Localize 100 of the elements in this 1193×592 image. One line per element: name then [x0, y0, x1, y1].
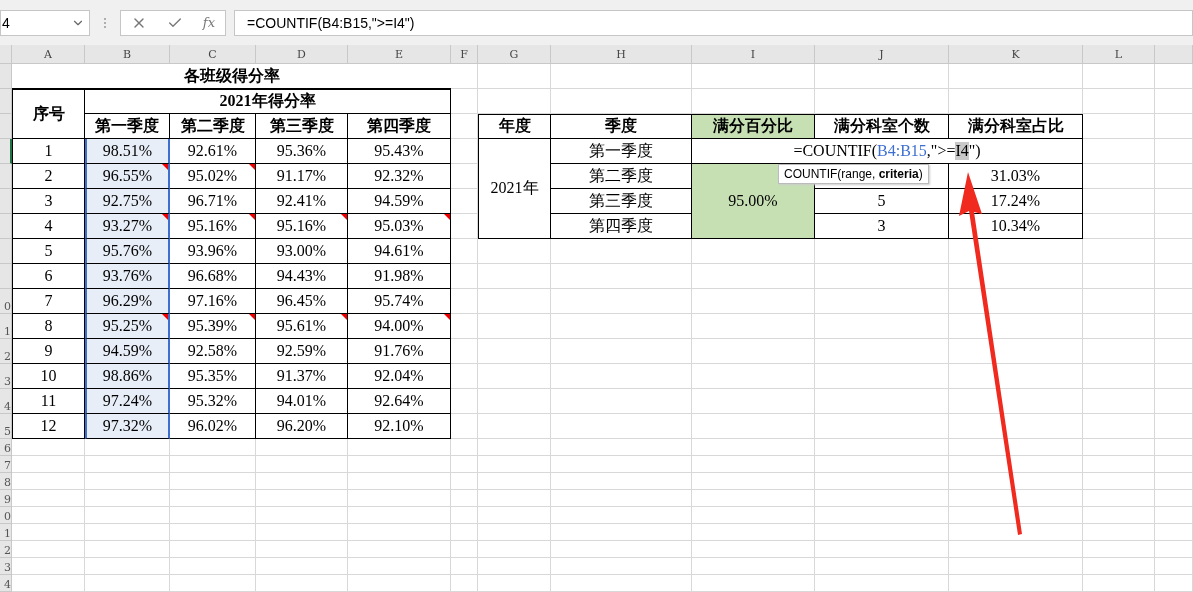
empty-cell[interactable]: [1155, 289, 1193, 314]
column-header[interactable]: G: [478, 45, 551, 64]
empty-cell[interactable]: [692, 490, 815, 507]
empty-cell[interactable]: [478, 575, 551, 592]
empty-cell[interactable]: [551, 558, 692, 575]
empty-cell[interactable]: [551, 439, 692, 456]
empty-cell[interactable]: [85, 439, 170, 456]
empty-cell[interactable]: [692, 264, 815, 289]
empty-cell[interactable]: [256, 473, 348, 490]
empty-cell[interactable]: [85, 524, 170, 541]
empty-cell[interactable]: [815, 541, 949, 558]
empty-cell[interactable]: [1083, 264, 1155, 289]
row-header[interactable]: 1: [0, 524, 12, 541]
column-header[interactable]: B: [85, 45, 170, 64]
empty-cell[interactable]: [1083, 89, 1155, 114]
empty-cell[interactable]: [949, 541, 1083, 558]
empty-cell[interactable]: [1083, 364, 1155, 389]
empty-cell[interactable]: [551, 575, 692, 592]
empty-cell[interactable]: [1155, 490, 1193, 507]
empty-cell[interactable]: [692, 507, 815, 524]
empty-cell[interactable]: [170, 507, 256, 524]
empty-cell[interactable]: [1155, 541, 1193, 558]
table-cell[interactable]: 94.43%: [256, 264, 348, 289]
empty-cell[interactable]: [692, 456, 815, 473]
empty-cell[interactable]: [170, 541, 256, 558]
table-cell[interactable]: 92.75%: [85, 189, 170, 214]
empty-cell[interactable]: [478, 314, 551, 339]
row-header[interactable]: 9: [0, 490, 12, 507]
table-cell[interactable]: 98.51%: [85, 139, 170, 164]
empty-cell[interactable]: [348, 507, 451, 524]
empty-cell[interactable]: [1155, 575, 1193, 592]
column-header[interactable]: J: [815, 45, 949, 64]
empty-cell[interactable]: [348, 575, 451, 592]
cell-formula[interactable]: =COUNTIF(B4:B15,">=I4"): [692, 139, 1083, 164]
empty-cell[interactable]: [170, 524, 256, 541]
table-cell[interactable]: 91.17%: [256, 164, 348, 189]
row-header[interactable]: 0: [0, 507, 12, 524]
empty-cell[interactable]: [348, 541, 451, 558]
table-cell[interactable]: 94.59%: [85, 339, 170, 364]
empty-cell[interactable]: [551, 339, 692, 364]
empty-cell[interactable]: [256, 439, 348, 456]
empty-cell[interactable]: [551, 314, 692, 339]
empty-cell[interactable]: [692, 541, 815, 558]
table-cell[interactable]: 95.16%: [256, 214, 348, 239]
empty-cell[interactable]: [949, 575, 1083, 592]
empty-cell[interactable]: [551, 473, 692, 490]
table-cell[interactable]: 92.64%: [348, 389, 451, 414]
table-cell[interactable]: 97.16%: [170, 289, 256, 314]
table-cell[interactable]: 92.32%: [348, 164, 451, 189]
row-header[interactable]: 3: [0, 558, 12, 575]
column-header[interactable]: D: [256, 45, 348, 64]
column-header[interactable]: F: [451, 45, 478, 64]
empty-cell[interactable]: [815, 473, 949, 490]
empty-cell[interactable]: [451, 541, 478, 558]
row-header[interactable]: 5: [0, 414, 12, 439]
empty-cell[interactable]: [692, 524, 815, 541]
table-cell[interactable]: 96.45%: [256, 289, 348, 314]
empty-cell[interactable]: [815, 456, 949, 473]
column-header[interactable]: K: [949, 45, 1083, 64]
table-cell[interactable]: 92.61%: [170, 139, 256, 164]
empty-cell[interactable]: [692, 239, 815, 264]
empty-cell[interactable]: [551, 524, 692, 541]
empty-cell[interactable]: [692, 364, 815, 389]
empty-cell[interactable]: [256, 558, 348, 575]
empty-cell[interactable]: [815, 389, 949, 414]
empty-cell[interactable]: [1155, 524, 1193, 541]
empty-cell[interactable]: [478, 289, 551, 314]
empty-cell[interactable]: [256, 541, 348, 558]
table-cell[interactable]: 92.10%: [348, 414, 451, 439]
formula-input[interactable]: =COUNTIF(B4:B15,">=I4"): [234, 9, 1193, 36]
empty-cell[interactable]: [1155, 558, 1193, 575]
empty-cell[interactable]: [1155, 439, 1193, 456]
column-header[interactable]: [1155, 45, 1193, 64]
empty-cell[interactable]: [478, 414, 551, 439]
empty-cell[interactable]: [348, 473, 451, 490]
column-header[interactable]: C: [170, 45, 256, 64]
table-cell[interactable]: 96.71%: [170, 189, 256, 214]
empty-cell[interactable]: [1155, 189, 1193, 214]
empty-cell[interactable]: [451, 490, 478, 507]
empty-cell[interactable]: [949, 64, 1083, 89]
table-cell[interactable]: 95.03%: [348, 214, 451, 239]
empty-cell[interactable]: [815, 314, 949, 339]
empty-cell[interactable]: [451, 524, 478, 541]
table-cell[interactable]: 91.37%: [256, 364, 348, 389]
empty-cell[interactable]: [1155, 339, 1193, 364]
empty-cell[interactable]: [348, 524, 451, 541]
empty-cell[interactable]: [692, 339, 815, 364]
table-cell[interactable]: 94.01%: [256, 389, 348, 414]
empty-cell[interactable]: [85, 541, 170, 558]
row-header[interactable]: 8: [0, 473, 12, 490]
table-cell[interactable]: 91.76%: [348, 339, 451, 364]
empty-cell[interactable]: [692, 389, 815, 414]
row-header[interactable]: 0: [0, 289, 12, 314]
table-cell[interactable]: 95.43%: [348, 139, 451, 164]
table-cell[interactable]: 92.04%: [348, 364, 451, 389]
empty-cell[interactable]: [551, 289, 692, 314]
empty-cell[interactable]: [692, 558, 815, 575]
table-cell[interactable]: 93.00%: [256, 239, 348, 264]
empty-cell[interactable]: [815, 239, 949, 264]
empty-cell[interactable]: [1083, 524, 1155, 541]
